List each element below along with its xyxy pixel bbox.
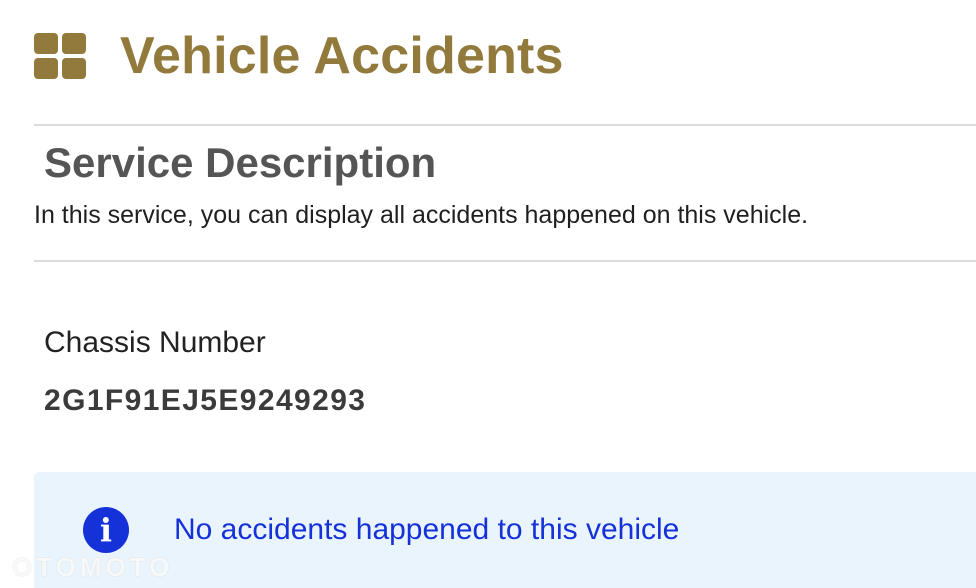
divider (34, 260, 976, 262)
alert-message: No accidents happened to this vehicle (174, 513, 680, 546)
grid-icon-cell (34, 33, 58, 54)
grid-icon (34, 33, 86, 79)
grid-icon-cell (62, 33, 86, 54)
page-header: Vehicle Accidents (34, 22, 564, 90)
divider (34, 124, 976, 126)
info-alert: i No accidents happened to this vehicle (34, 472, 976, 588)
service-description-heading: Service Description (44, 139, 437, 186)
chassis-number-value: 2G1F91EJ5E9249293 (44, 384, 367, 417)
page: Vehicle Accidents Service Description In… (0, 0, 976, 588)
service-description-text: In this service, you can display all acc… (34, 201, 809, 229)
grid-icon-cell (34, 58, 58, 79)
grid-icon-cell (62, 58, 86, 79)
page-title: Vehicle Accidents (120, 27, 564, 85)
watermark: OTOMOTO (12, 552, 174, 582)
info-icon: i (83, 507, 129, 553)
chassis-number-label: Chassis Number (44, 326, 266, 359)
